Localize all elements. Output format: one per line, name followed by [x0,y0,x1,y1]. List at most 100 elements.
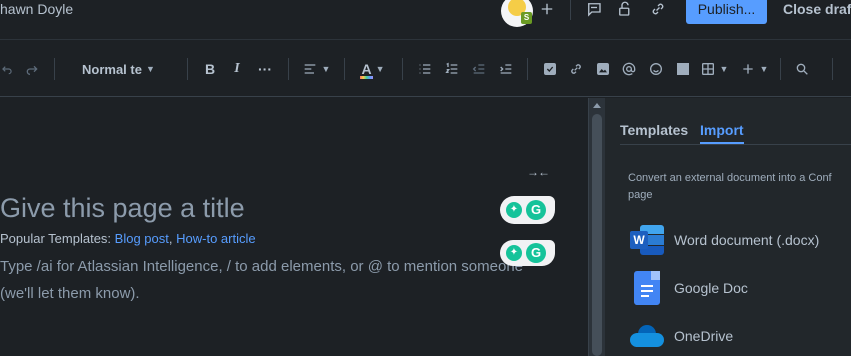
more-formatting-button[interactable]: ··· [256,58,274,80]
plus-icon [742,64,753,74]
numbered-list-icon [445,62,458,74]
bullet-list-button[interactable] [416,58,434,80]
layout-icon [677,63,689,75]
add-collaborator-button[interactable] [536,0,558,20]
chevron-down-icon: ▼ [321,64,331,74]
redo-button[interactable] [22,58,42,80]
link-icon [652,3,664,15]
redo-icon [26,65,38,75]
bold-button[interactable]: B [202,58,218,80]
lightbulb-icon: ✦ [506,202,522,218]
template-link-blog-post[interactable]: Blog post [115,231,169,246]
avatar-badge: S [521,12,532,24]
find-replace-button[interactable] [793,58,811,80]
import-onedrive[interactable]: OneDrive [629,318,851,354]
close-draft-button[interactable]: Close draft [783,1,851,17]
editor-toolbar: Normal te ▼ B I ··· ▼ A ▼ ▼ ▼ [0,41,851,97]
import-option-label: Word document (.docx) [674,232,820,248]
publish-button[interactable]: Publish... [686,0,767,24]
insert-image-button[interactable] [594,58,612,80]
outdent-button[interactable] [470,58,488,80]
template-link-how-to-article[interactable]: How-to article [176,231,255,246]
layouts-button[interactable] [673,58,693,80]
tab-import[interactable]: Import [700,122,744,138]
chevron-down-icon: ▼ [145,64,155,74]
editor-scrollbar[interactable] [588,98,605,356]
alignment-dropdown[interactable]: ▼ [300,58,332,80]
editor-area[interactable]: →← ✦ G Give this page a title Popular Te… [0,98,588,356]
comment-button[interactable] [583,0,605,20]
insert-link-button[interactable] [567,58,585,80]
google-doc-icon [629,270,665,306]
divider [187,58,188,80]
link-icon [571,64,581,74]
numbered-list-button[interactable] [443,58,461,80]
indent-button[interactable] [497,58,515,80]
undo-icon [2,66,12,75]
divider [527,58,528,80]
restrictions-button[interactable] [614,0,636,20]
import-google-doc[interactable]: Google Doc [629,270,851,306]
at-icon [622,62,636,76]
scrollbar-thumb[interactable] [592,114,602,356]
outdent-icon [472,64,485,74]
insert-more-dropdown[interactable]: ▼ [738,58,770,80]
chevron-down-icon: ▼ [375,64,385,74]
import-description-line: Convert an external document into a Conf [628,172,832,184]
bullet-list-icon [419,64,431,74]
divider [54,58,55,80]
italic-button[interactable]: I [230,58,244,80]
grammarly-icon: G [526,200,546,220]
chevron-down-icon: ▼ [719,64,729,74]
scroll-up-arrow-icon[interactable] [593,103,601,108]
divider [832,58,833,80]
text-style-dropdown[interactable]: Normal te ▼ [82,58,155,80]
word-icon: W [629,222,665,258]
lightbulb-icon: ✦ [506,245,522,261]
import-description-line: page [628,189,653,201]
popular-templates-label: Popular Templates: [0,231,112,246]
divider [344,58,345,80]
active-tab-indicator [700,142,744,144]
body-placeholder[interactable]: Type /ai for Atlassian Intelligence, / t… [0,253,560,307]
user-name: hawn Doyle [0,1,74,17]
divider [402,58,403,80]
onedrive-icon [629,318,665,354]
popular-templates: Popular Templates: Blog post, How-to art… [0,231,256,246]
divider [570,0,571,20]
divider [288,58,289,80]
side-panel: Templates Import Convert an external doc… [605,98,851,356]
tab-divider [620,144,851,145]
page-title-input[interactable]: Give this page a title [0,193,245,224]
emoji-button[interactable] [647,58,665,80]
text-color-icon: A [360,61,373,79]
grammarly-widget-secondary[interactable]: ✦ G [500,240,555,266]
table-icon [701,63,714,75]
comment-icon [588,3,601,17]
chevron-down-icon: ▼ [759,64,769,74]
collapse-width-icon[interactable]: →← [527,165,550,179]
tab-templates[interactable]: Templates [620,122,688,138]
copy-link-button[interactable] [647,0,669,20]
text-color-dropdown[interactable]: A ▼ [358,58,388,80]
plus-icon [541,3,553,15]
import-word-document[interactable]: W Word document (.docx) [629,222,851,258]
link-separator: , [168,231,173,246]
grammarly-icon: G [526,243,546,263]
avatar[interactable]: S [501,0,533,27]
top-bar: hawn Doyle S Publish... Close draft [0,0,851,40]
import-option-label: Google Doc [674,280,748,296]
unlock-icon [619,1,630,16]
grammarly-widget[interactable]: ✦ G [500,196,555,224]
image-icon [597,63,609,75]
action-item-button[interactable] [541,58,559,80]
emoji-icon [650,63,662,75]
align-left-icon [304,64,315,74]
indent-icon [500,64,512,74]
search-icon [796,63,808,75]
divider [780,58,781,80]
undo-button[interactable] [0,58,14,80]
table-dropdown[interactable]: ▼ [698,58,730,80]
text-style-label: Normal te [82,61,142,77]
mention-button[interactable] [620,58,638,80]
